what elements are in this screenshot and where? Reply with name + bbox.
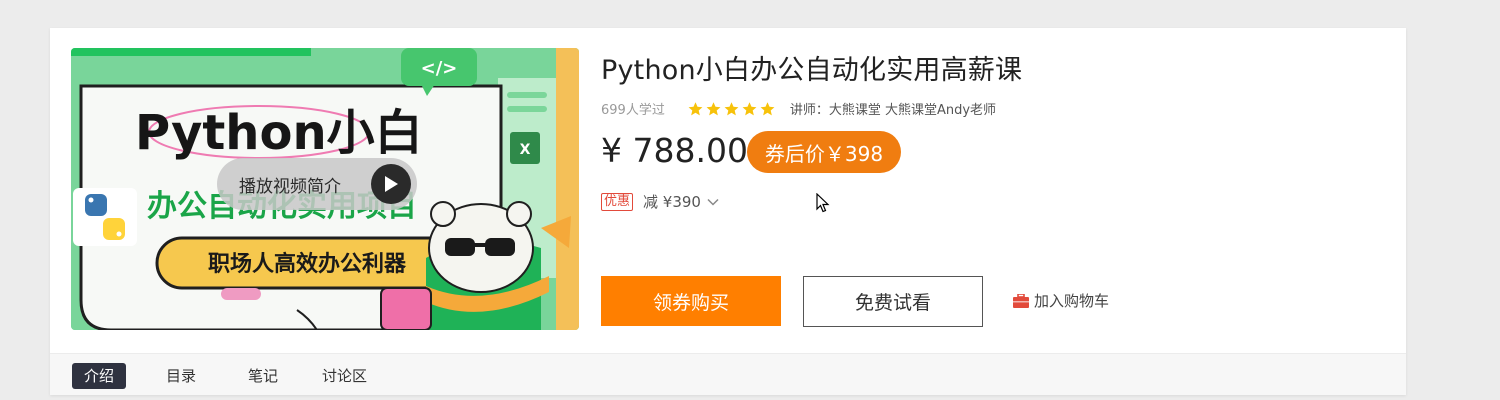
add-to-cart-button[interactable]: 加入购物车 [1013, 290, 1109, 311]
course-price: ¥ 788.00 [601, 131, 748, 170]
discount-row[interactable]: 优惠 减 ¥390 [601, 191, 719, 212]
discount-tag: 优惠 [601, 192, 634, 211]
play-video-button[interactable]: 播放视频简介 [217, 158, 417, 210]
star-icon [724, 101, 739, 115]
play-icon[interactable] [371, 164, 411, 204]
learner-count: 699人学过 [601, 103, 665, 118]
svg-text:X: X [520, 142, 531, 158]
add-to-cart-label: 加入购物车 [1034, 292, 1110, 310]
lecturer: 讲师：大熊课堂 大熊课堂Andy老师 [789, 103, 997, 118]
tab-catalog[interactable]: 目录 [166, 363, 196, 389]
cart-icon [1013, 293, 1029, 308]
chevron-down-icon[interactable] [707, 198, 719, 206]
tab-notes[interactable]: 笔记 [248, 363, 278, 389]
course-thumbnail[interactable]: X </> Python小白 办公自动化实用项目 职场人高效办公利器 [71, 48, 579, 330]
coupon-price-badge: 券后价￥398 [747, 131, 901, 173]
thumb-banner: 职场人高效办公利器 [208, 251, 407, 277]
star-icon [742, 101, 757, 115]
discount-amount: 减 ¥390 [643, 193, 701, 211]
rating-stars [687, 101, 777, 117]
tab-discussion[interactable]: 讨论区 [322, 363, 367, 389]
star-icon [688, 101, 703, 115]
thumb-headline: Python小白 [135, 105, 423, 161]
tab-intro[interactable]: 介绍 [72, 363, 127, 389]
code-tag: </> [421, 58, 458, 79]
buy-with-coupon-button[interactable]: 领券购买 [601, 276, 781, 326]
star-icon [706, 101, 721, 115]
mouse-cursor-icon [816, 193, 830, 213]
course-card: X </> Python小白 办公自动化实用项目 职场人高效办公利器 [50, 28, 1406, 395]
course-tabs: 介绍 目录 笔记 讨论区 [50, 353, 1406, 395]
free-trial-button[interactable]: 免费试看 [803, 276, 983, 327]
course-title: Python小白办公自动化实用高薪课 [601, 55, 1023, 86]
course-meta: 699人学过 讲师：大熊课堂 大熊课堂Andy老师 [601, 99, 996, 118]
play-video-label: 播放视频简介 [239, 176, 341, 197]
star-icon [760, 101, 775, 115]
